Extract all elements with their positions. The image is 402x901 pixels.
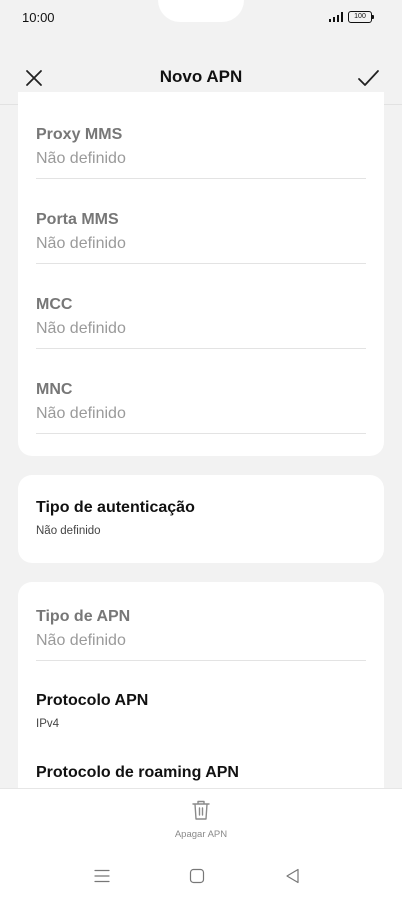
menu-icon [94,869,110,883]
status-time: 10:00 [22,10,55,25]
apn-type-field[interactable]: Tipo de APN Não definido [36,608,366,650]
field-label: Tipo de APN [36,608,131,625]
save-button[interactable] [356,66,380,90]
divider [36,178,366,179]
divider [36,263,366,264]
field-value: IPv4 [36,718,60,730]
apn-roaming-protocol-field[interactable]: Protocolo de roaming APN [36,764,366,782]
field-label: Protocolo de roaming APN [36,764,239,781]
trash-icon [192,800,210,820]
home-button[interactable] [187,867,207,885]
field-value: Não definido [36,405,126,422]
field-value: Não definido [36,525,101,537]
delete-apn-button[interactable]: Apagar APN [0,799,402,840]
status-icons: 100 [328,11,374,23]
signal-icon [328,12,343,22]
mnc-field[interactable]: MNC Não definido [36,381,366,423]
apn-protocol-field[interactable]: Protocolo APN IPv4 [36,692,366,730]
field-label: MNC [36,381,73,398]
porta-mms-field[interactable]: Porta MMS Não definido [36,211,366,253]
auth-type-card[interactable]: Tipo de autenticação Não definido [18,475,384,563]
divider [36,433,366,434]
divider [36,660,366,661]
mms-settings-card: Proxy MMS Não definido Porta MMS Não def… [18,92,384,456]
field-value: Não definido [36,632,126,649]
proxy-mms-field[interactable]: Proxy MMS Não definido [36,126,366,168]
back-triangle-icon [286,868,299,884]
field-label: Protocolo APN [36,692,149,709]
bottom-action-bar: Apagar APN [0,788,402,901]
delete-apn-label: Apagar APN [174,829,228,840]
field-label: Tipo de autenticação [36,499,195,516]
back-button[interactable] [283,867,303,885]
auth-type-field[interactable]: Tipo de autenticação Não definido [36,499,366,537]
camera-notch [158,0,244,22]
square-icon [189,868,205,884]
battery-icon: 100 [348,11,374,23]
divider [36,348,366,349]
field-label: Porta MMS [36,211,119,228]
page-title: Novo APN [159,67,243,86]
field-label: Proxy MMS [36,126,123,143]
apn-settings-card: Tipo de APN Não definido Protocolo APN I… [18,582,384,812]
recents-button[interactable] [92,867,112,885]
field-value: Não definido [36,150,126,167]
field-label: MCC [36,296,73,313]
field-value: Não definido [36,320,126,337]
field-value: Não definido [36,235,126,252]
mcc-field[interactable]: MCC Não definido [36,296,366,338]
checkmark-icon [358,70,379,86]
status-bar: 10:00 100 [0,0,402,40]
